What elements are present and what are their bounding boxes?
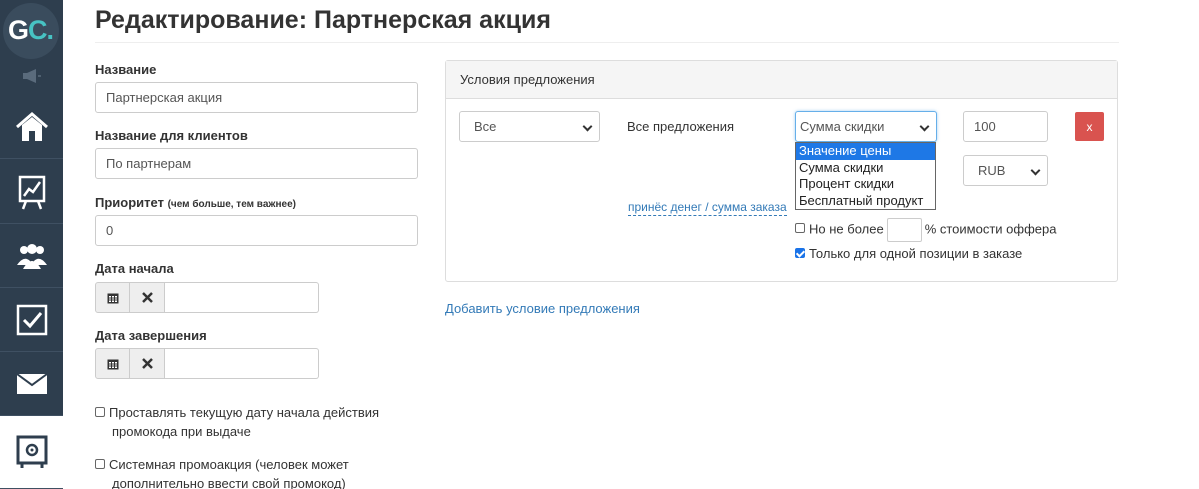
no-more-than-option: Но не более % стоимости оффера [795, 218, 1056, 242]
end-date-label: Дата завершения [95, 328, 207, 343]
currency-select-value: RUB [978, 163, 1006, 178]
sidebar-item-tasks[interactable] [0, 288, 63, 352]
sidebar-item-users[interactable] [0, 224, 63, 288]
all-offers-text: Все предложения [627, 119, 735, 134]
system-promo-text-1: Системная промоакция (человек может [109, 457, 349, 472]
page-title: Редактирование: Партнерская акция [95, 6, 551, 34]
end-date-calendar-button[interactable] [95, 348, 130, 379]
add-condition-link[interactable]: Добавить условие предложения [445, 301, 640, 316]
offer-conditions-heading: Условия предложения [446, 61, 1117, 99]
dropdown-option-price-value[interactable]: Значение цены [796, 143, 935, 160]
start-date-clear-button[interactable] [130, 282, 165, 313]
single-position-text: Только для одной позиции в заказе [809, 246, 1023, 261]
start-date-calendar-button[interactable] [95, 282, 130, 313]
priority-label: Приоритет (чем больше, тем важнее) [95, 195, 296, 210]
dropdown-option-free-product[interactable]: Бесплатный продукт [796, 193, 935, 210]
logo-text: GC. [8, 15, 54, 45]
name-label: Название [95, 62, 157, 77]
profit-order-sum-link[interactable]: принёс денег / сумма заказа [628, 200, 787, 216]
client-name-input[interactable]: По партнерам [95, 148, 418, 179]
percent-limit-input[interactable] [886, 218, 922, 242]
priority-hint: (чем больше, тем важнее) [167, 199, 296, 210]
priority-input[interactable]: 0 [95, 215, 418, 246]
home-icon [15, 111, 48, 141]
single-position-option: Только для одной позиции в заказе [795, 244, 1022, 263]
dropdown-option-discount-amount[interactable]: Сумма скидки [796, 160, 935, 177]
set-start-date-checkbox[interactable] [95, 406, 105, 417]
end-date-clear-button[interactable] [130, 348, 165, 379]
sidebar-item-mail[interactable] [0, 352, 63, 416]
scope-select-value: Все [474, 119, 497, 134]
system-promo-text-2: дополнительно ввести свой промокод) [112, 476, 346, 489]
no-more-than-text: Но не более [809, 221, 884, 237]
name-input[interactable]: Партнерская акция [95, 82, 418, 113]
mail-icon [15, 372, 48, 394]
chevron-down-icon [582, 121, 593, 132]
calendar-icon [107, 359, 118, 369]
start-date-label: Дата начала [95, 261, 174, 276]
system-promo-option: Системная промоакция (человек может допо… [95, 455, 349, 489]
system-promo-checkbox[interactable] [95, 458, 105, 469]
megaphone-icon[interactable] [22, 69, 42, 83]
chart-board-icon [18, 175, 45, 209]
set-start-date-text-1: Проставлять текущую дату начала действия [109, 405, 380, 420]
discount-type-select[interactable]: Сумма скидки [795, 111, 937, 142]
sidebar: GC. [0, 0, 63, 489]
chevron-down-icon [1030, 165, 1041, 176]
checkbox-icon [16, 304, 47, 335]
sidebar-item-analytics[interactable] [0, 160, 63, 224]
close-icon [141, 358, 153, 369]
title-divider [95, 42, 1119, 43]
set-start-date-option: Проставлять текущую дату начала действия… [95, 403, 379, 441]
close-icon [141, 292, 153, 303]
percent-of-offer-text: % стоимости оффера [924, 221, 1057, 237]
single-position-checkbox[interactable] [795, 247, 805, 258]
client-name-label: Название для клиентов [95, 128, 248, 143]
start-date-input[interactable] [165, 282, 319, 313]
end-date-group [95, 348, 319, 379]
users-icon [16, 243, 47, 269]
sidebar-item-safe[interactable] [0, 416, 63, 489]
scope-select[interactable]: Все [459, 111, 600, 142]
app-logo[interactable]: GC. [0, 0, 63, 62]
calendar-icon [107, 293, 118, 303]
discount-type-dropdown: Значение цены Сумма скидки Процент скидк… [795, 142, 936, 210]
end-date-input[interactable] [165, 348, 319, 379]
discount-type-value: Сумма скидки [800, 119, 885, 134]
sidebar-item-home[interactable] [0, 95, 63, 159]
currency-select[interactable]: RUB [963, 155, 1048, 186]
set-start-date-text-2: промокода при выдаче [112, 424, 251, 439]
safe-icon [16, 435, 47, 468]
chevron-down-icon [919, 121, 930, 132]
no-more-than-checkbox[interactable] [795, 223, 805, 233]
amount-input[interactable]: 100 [963, 111, 1048, 142]
dropdown-option-discount-percent[interactable]: Процент скидки [796, 176, 935, 193]
start-date-group [95, 282, 319, 313]
remove-condition-button[interactable]: x [1075, 112, 1104, 141]
